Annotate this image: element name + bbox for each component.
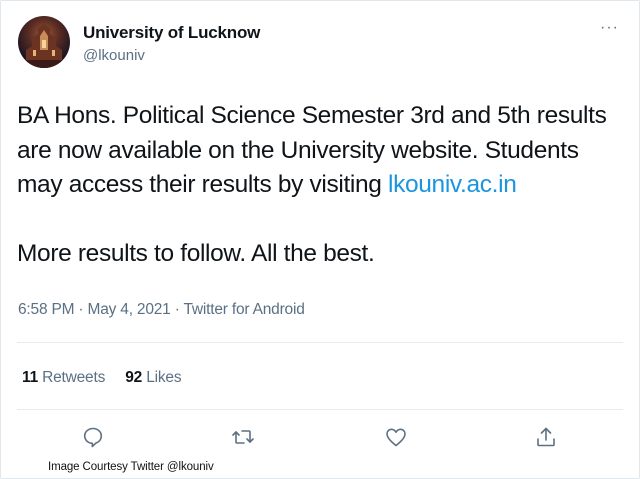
image-caption: Image Courtesy Twitter @lkouniv (48, 461, 214, 473)
like-icon[interactable] (384, 425, 408, 449)
avatar[interactable] (18, 16, 70, 68)
reply-icon[interactable] (81, 425, 105, 449)
likes-count: 92 (125, 369, 143, 386)
retweets-label: Retweets (42, 369, 106, 386)
more-options-icon[interactable]: ··· (600, 20, 619, 36)
divider (17, 342, 623, 343)
account-handle[interactable]: @lkouniv (83, 47, 145, 64)
engagement-stats: 11 Retweets 92 Likes (22, 369, 197, 387)
divider (17, 409, 623, 410)
tweet-timestamp[interactable]: 6:58 PM · May 4, 2021 · Twitter for Andr… (18, 301, 305, 319)
tweet-body: BA Hons. Political Science Semester 3rd … (17, 102, 607, 198)
action-bar (1, 425, 640, 455)
account-name[interactable]: University of Lucknow (83, 23, 260, 43)
share-icon[interactable] (534, 425, 558, 449)
likes-stat[interactable]: 92 Likes (125, 369, 181, 386)
tweet-text: BA Hons. Political Science Semester 3rd … (17, 99, 627, 271)
building-illustration (26, 24, 62, 68)
retweets-stat[interactable]: 11 Retweets (22, 369, 105, 386)
tweet-card: University of Lucknow @lkouniv ··· BA Ho… (0, 0, 640, 479)
likes-label: Likes (146, 369, 182, 386)
retweets-count: 11 (22, 369, 38, 386)
tweet-paragraph: BA Hons. Political Science Semester 3rd … (17, 99, 627, 203)
retweet-icon[interactable] (231, 425, 255, 449)
website-link[interactable]: lkouniv.ac.in (388, 171, 517, 198)
tweet-closing: More results to follow. All the best. (17, 239, 375, 267)
